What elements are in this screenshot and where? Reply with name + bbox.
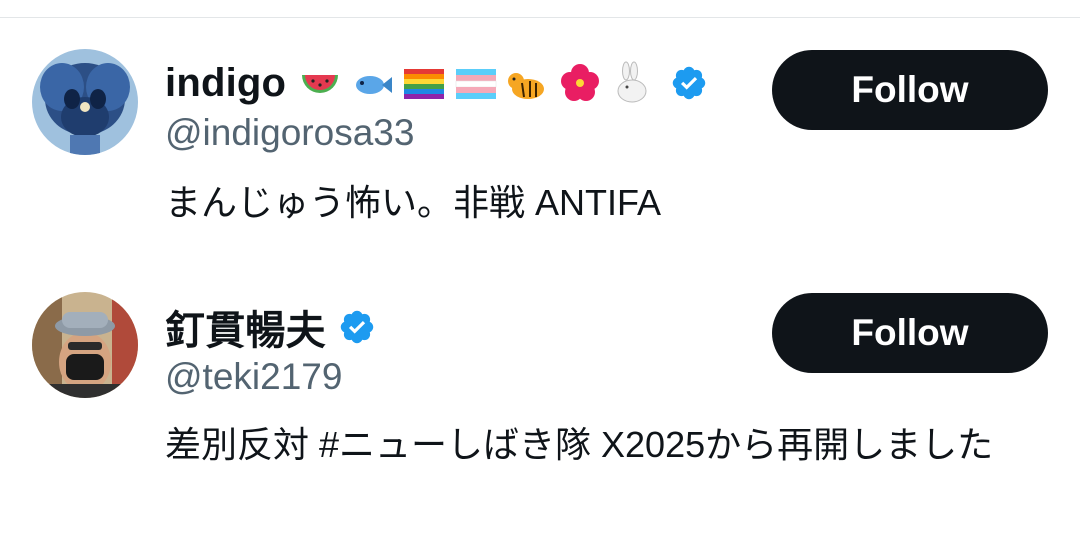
- watermelon-emoji: [302, 75, 339, 93]
- fish-emoji: [356, 76, 393, 94]
- name-line: 釘貫暢夫: [165, 302, 376, 353]
- name-emoji-row: [298, 61, 662, 105]
- transgender-flag-emoji: [455, 69, 497, 99]
- verified-badge-icon: [672, 66, 706, 100]
- user-cell[interactable]: indigo @indigorosa33 まんじゅう怖い。非戦 ANTIFA F…: [0, 0, 1080, 260]
- user-bio: 差別反対 #ニューしばき隊 X2025から再開しました: [165, 424, 994, 465]
- tiger-emoji: [508, 73, 545, 99]
- rabbit-emoji: [617, 61, 647, 103]
- hibiscus-emoji: [561, 64, 600, 101]
- display-name[interactable]: 釘貫暢夫: [165, 298, 326, 356]
- verified-badge-icon: [340, 310, 374, 344]
- avatar[interactable]: [32, 292, 138, 398]
- user-handle[interactable]: @indigorosa33: [165, 112, 414, 154]
- follow-button[interactable]: Follow: [772, 293, 1048, 373]
- rainbow-flag-emoji: [404, 69, 445, 99]
- user-cell[interactable]: 釘貫暢夫 @teki2179 差別反対 #ニューしばき隊 X2025から再開しま…: [0, 260, 1080, 549]
- user-handle[interactable]: @teki2179: [165, 356, 342, 398]
- user-bio: まんじゅう怖い。非戦 ANTIFA: [165, 182, 662, 223]
- name-line: indigo: [165, 58, 708, 108]
- follow-button[interactable]: Follow: [772, 50, 1048, 130]
- avatar[interactable]: [32, 49, 138, 155]
- display-name[interactable]: indigo: [165, 61, 286, 106]
